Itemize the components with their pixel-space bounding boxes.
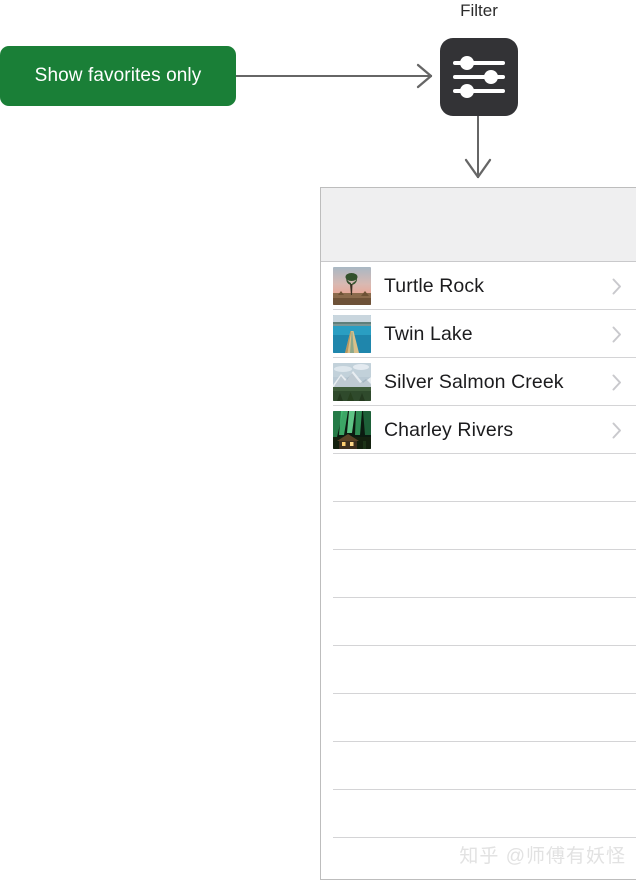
empty-list-row	[321, 646, 636, 694]
list-item[interactable]: Charley Rivers	[321, 406, 636, 454]
aurora-cabin-thumbnail	[333, 411, 371, 449]
callout-label: Show favorites only	[34, 65, 202, 86]
list-item-title: Charley Rivers	[384, 418, 514, 441]
empty-list-row	[321, 694, 636, 742]
panel-header	[321, 188, 636, 262]
show-favorites-only-callout[interactable]: Show favorites only	[0, 46, 236, 106]
joshua-tree-sunset-thumbnail	[333, 267, 371, 305]
arrow-right-shaft	[236, 75, 432, 77]
list-item-title: Silver Salmon Creek	[384, 370, 564, 393]
empty-list-row	[321, 790, 636, 838]
sliders-filter-icon[interactable]	[440, 38, 518, 116]
snowy-mountain-thumbnail	[333, 363, 371, 401]
list-item[interactable]: Silver Salmon Creek	[321, 358, 636, 406]
empty-list-row	[321, 598, 636, 646]
landmark-list: Turtle Rock Twin Lake Silver Salmon Cree…	[321, 262, 636, 838]
empty-list-row	[321, 502, 636, 550]
arrow-down-icon	[462, 158, 494, 180]
watermark: 知乎 @师傅有妖怪	[459, 846, 626, 867]
chevron-right-icon	[612, 326, 622, 343]
chevron-right-icon	[612, 374, 622, 391]
empty-list-row	[321, 454, 636, 502]
canoe-lake-thumbnail	[333, 315, 371, 353]
diagram-canvas: Show favorites only Filter Turtle Rock T…	[0, 0, 636, 880]
filter-label: Filter	[460, 1, 498, 20]
list-item-title: Turtle Rock	[384, 274, 485, 297]
chevron-right-icon	[612, 422, 622, 439]
list-item-title: Twin Lake	[384, 322, 473, 345]
landmarks-list-panel: Turtle Rock Twin Lake Silver Salmon Cree…	[320, 187, 636, 880]
chevron-right-icon	[612, 278, 622, 295]
arrow-right-icon	[416, 62, 434, 90]
empty-list-row	[321, 550, 636, 598]
list-item[interactable]: Twin Lake	[321, 310, 636, 358]
empty-list-row	[321, 742, 636, 790]
list-item[interactable]: Turtle Rock	[321, 262, 636, 310]
